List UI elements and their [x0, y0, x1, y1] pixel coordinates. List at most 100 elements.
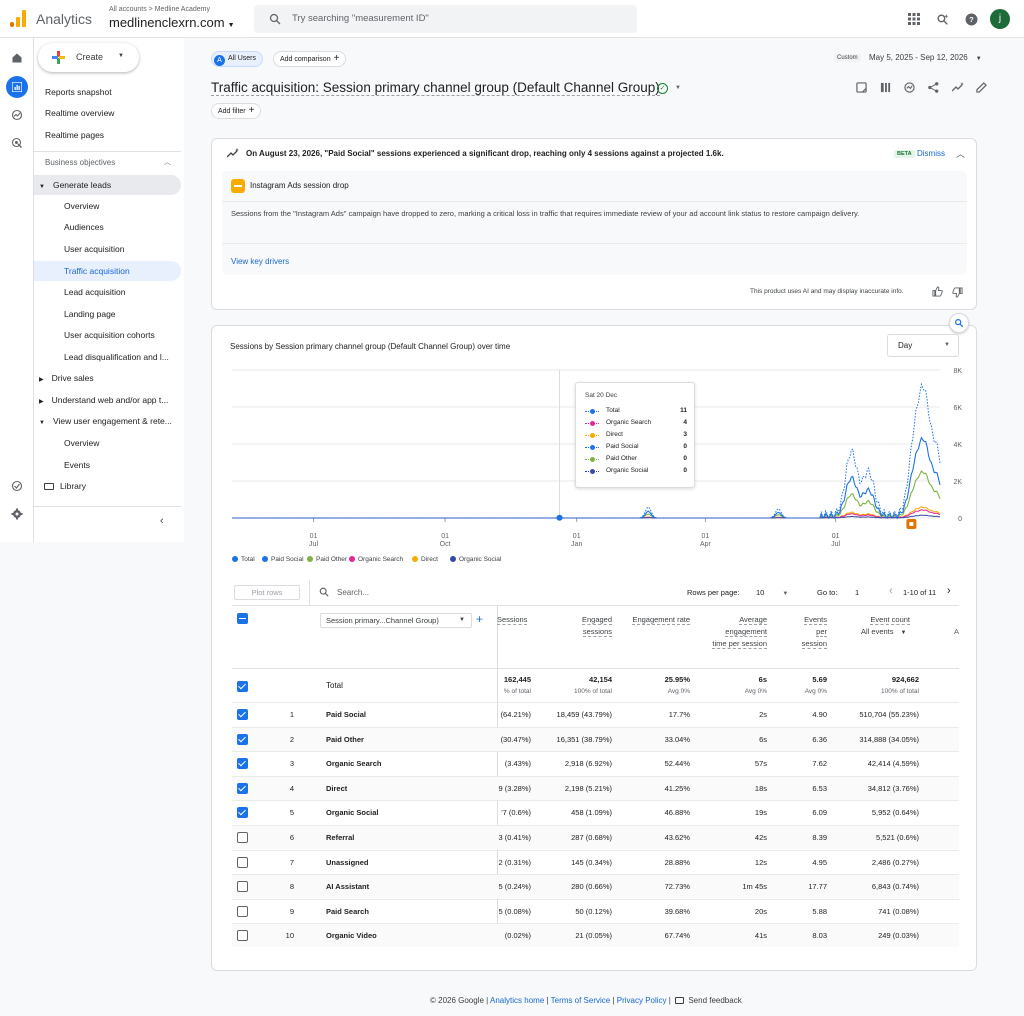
- sidebar-item-user-acquisition-cohorts[interactable]: User acquisition cohorts: [34, 325, 181, 345]
- sidebar-item-engagement-overview[interactable]: Overview: [34, 433, 181, 453]
- sidebar-item-traffic-acquisition[interactable]: Traffic acquisition: [34, 261, 181, 281]
- table-row[interactable]: 2 Paid Other (30.47%) 16,351 (38.79%) 33.04%…: [232, 726, 959, 751]
- reports-icon[interactable]: [6, 76, 28, 98]
- sidebar-item-realtime-pages[interactable]: Realtime pages: [34, 125, 181, 145]
- search-bar[interactable]: Try searching "measurement ID": [254, 5, 637, 33]
- row-checkbox[interactable]: [237, 709, 248, 720]
- sidebar-item-reports-snapshot[interactable]: Reports snapshot: [34, 82, 181, 102]
- ask-insights-button[interactable]: [949, 313, 969, 333]
- plot-rows-button[interactable]: Plot rows: [234, 585, 300, 600]
- row-checkbox[interactable]: [237, 832, 248, 843]
- row-checkbox[interactable]: [237, 807, 248, 819]
- sidebar-item-view-engagement[interactable]: ▼ View user engagement & rete...: [34, 411, 181, 431]
- next-page-icon[interactable]: ›: [947, 585, 951, 597]
- dismiss-button[interactable]: Dismiss: [917, 149, 945, 158]
- col-header-engaged-sessions[interactable]: Engaged sessions: [562, 614, 612, 638]
- sidebar-item-landing-page[interactable]: Landing page: [34, 304, 181, 324]
- table-row[interactable]: 4 Direct 9 (3.28%) 2,198 (5.21%) 41.25% 18s 6.…: [232, 775, 959, 800]
- explore-icon[interactable]: [11, 109, 23, 121]
- row-checkbox[interactable]: [237, 930, 248, 942]
- table-row[interactable]: 8 AI Assistant 5 (0.24%) 280 (0.66%) 72.73% 1…: [232, 874, 959, 899]
- sidebar-item-understand[interactable]: ▶ Understand web and/or app t...: [34, 390, 181, 410]
- sidebar-item-user-acquisition[interactable]: User acquisition: [34, 239, 181, 259]
- edit-pencil-icon[interactable]: [976, 82, 987, 93]
- search-insights-icon[interactable]: [935, 12, 949, 26]
- home-icon[interactable]: [11, 52, 23, 64]
- row-checkbox[interactable]: [237, 856, 248, 868]
- title-menu-chevron-icon[interactable]: ▼: [675, 85, 681, 91]
- thumbs-up-icon[interactable]: [932, 286, 943, 297]
- view-key-drivers-link[interactable]: View key drivers: [231, 257, 289, 266]
- table-row[interactable]: 9 Paid Search 5 (0.08%) 50 (0.12%) 39.68% 20s…: [232, 898, 959, 923]
- avatar[interactable]: j: [990, 9, 1010, 29]
- col-header-avg-engagement-time[interactable]: Average engagement time per session: [712, 614, 767, 650]
- sidebar-item-overview[interactable]: Overview: [34, 196, 181, 216]
- date-range-picker[interactable]: May 5, 2025 - Sep 12, 2026 ▼: [869, 53, 982, 62]
- col-header-sessions[interactable]: Sessions: [497, 614, 532, 626]
- granularity-select[interactable]: Day ▼: [887, 334, 959, 357]
- footer-terms-link[interactable]: Terms of Service: [551, 996, 611, 1005]
- event-filter-select[interactable]: All events ▼: [861, 627, 906, 636]
- collapse-chevron-icon[interactable]: ︿: [956, 147, 965, 160]
- share-icon[interactable]: [928, 82, 939, 93]
- row-checkbox[interactable]: [237, 782, 248, 794]
- apps-grid-icon[interactable]: [907, 12, 921, 26]
- footer-analytics-home-link[interactable]: Analytics home: [490, 996, 544, 1005]
- sidebar-item-library[interactable]: Library: [34, 476, 181, 496]
- thumbs-down-icon[interactable]: [952, 287, 963, 298]
- sidebar-section-business-objectives[interactable]: Business objectives ︿: [34, 153, 181, 173]
- sidebar-item-lead-disqualification[interactable]: Lead disqualification and l...: [34, 347, 181, 367]
- table-search-input[interactable]: Search...: [337, 588, 369, 597]
- goto-input[interactable]: 1: [855, 588, 859, 597]
- collapse-sidebar-icon[interactable]: ‹: [160, 515, 164, 527]
- insights-icon[interactable]: [904, 82, 915, 93]
- legend-item[interactable]: Direct: [412, 556, 438, 563]
- compare-icon[interactable]: [880, 82, 891, 93]
- prev-page-icon[interactable]: ‹: [889, 585, 893, 597]
- sidebar-item-lead-acquisition[interactable]: Lead acquisition: [34, 282, 181, 302]
- configure-icon[interactable]: [11, 480, 23, 492]
- trend-spark-icon[interactable]: [952, 82, 964, 93]
- account-breadcrumb[interactable]: All accounts > Medline Academy: [109, 6, 210, 13]
- legend-item[interactable]: Organic Social: [450, 556, 501, 563]
- col-header-event-count[interactable]: Event count: [850, 614, 910, 626]
- select-all-checkbox[interactable]: [237, 613, 248, 624]
- property-selector[interactable]: medlinenclexrn.com ▼: [109, 15, 235, 30]
- sidebar-item-drive-sales[interactable]: ▶ Drive sales: [34, 368, 181, 388]
- table-row[interactable]: 3 Organic Search (3.43%) 2,918 (6.92%) 52.4…: [232, 751, 959, 775]
- add-comparison-button[interactable]: Add comparison +: [273, 51, 347, 67]
- row-checkbox[interactable]: [237, 758, 248, 770]
- table-row[interactable]: 5 Organic Social '7 (0.6%) 458 (1.09%) 46.88…: [232, 800, 959, 824]
- analytics-logo-icon[interactable]: [10, 10, 26, 27]
- customize-report-icon[interactable]: [856, 82, 867, 93]
- legend-item[interactable]: Organic Search: [349, 556, 403, 563]
- row-checkbox[interactable]: [237, 905, 248, 917]
- table-row[interactable]: 7 Unassigned 2 (0.31%) 145 (0.34%) 28.88% 12s…: [232, 849, 959, 874]
- all-users-chip[interactable]: A All Users: [211, 51, 264, 67]
- settings-gear-icon[interactable]: [11, 508, 23, 520]
- legend-item[interactable]: Paid Other: [307, 556, 347, 563]
- sidebar-item-audiences[interactable]: Audiences: [34, 217, 181, 237]
- row-checkbox[interactable]: [237, 733, 248, 745]
- dimension-select[interactable]: Session primary...Channel Group) ▼: [320, 613, 472, 628]
- legend-item[interactable]: Total: [232, 556, 255, 563]
- sidebar-item-generate-leads[interactable]: ▼ Generate leads: [34, 175, 181, 195]
- rows-per-page-select[interactable]: 10 ▼: [756, 588, 792, 597]
- sidebar-item-events[interactable]: Events: [34, 455, 181, 475]
- table-row[interactable]: 1 Paid Social (64.21%) 18,459 (43.79%) 17.7%…: [232, 702, 959, 726]
- table-row[interactable]: 10 Organic Video (0.02%) 21 (0.05%) 67.74% 41…: [232, 923, 959, 948]
- help-icon[interactable]: ?: [964, 12, 978, 26]
- col-header-events-per-session[interactable]: Events per session: [795, 614, 827, 650]
- footer-send-feedback[interactable]: Send feedback: [688, 996, 741, 1005]
- page-title[interactable]: Traffic acquisition: Session primary cha…: [211, 80, 660, 96]
- create-button[interactable]: Create ▼: [38, 43, 139, 72]
- row-checkbox[interactable]: [237, 681, 248, 692]
- sidebar-item-realtime-overview[interactable]: Realtime overview: [34, 103, 181, 123]
- col-header-engagement-rate[interactable]: Engagement rate: [630, 614, 690, 626]
- add-filter-button[interactable]: Add filter +: [211, 103, 262, 119]
- legend-item[interactable]: Paid Social: [262, 556, 304, 563]
- table-row[interactable]: 6 Referral 3 (0.41%) 287 (0.68%) 43.62% 42s 8.…: [232, 825, 959, 849]
- footer-privacy-link[interactable]: Privacy Policy: [617, 996, 667, 1005]
- row-checkbox[interactable]: [237, 881, 248, 893]
- add-dimension-plus-icon[interactable]: +: [476, 612, 483, 626]
